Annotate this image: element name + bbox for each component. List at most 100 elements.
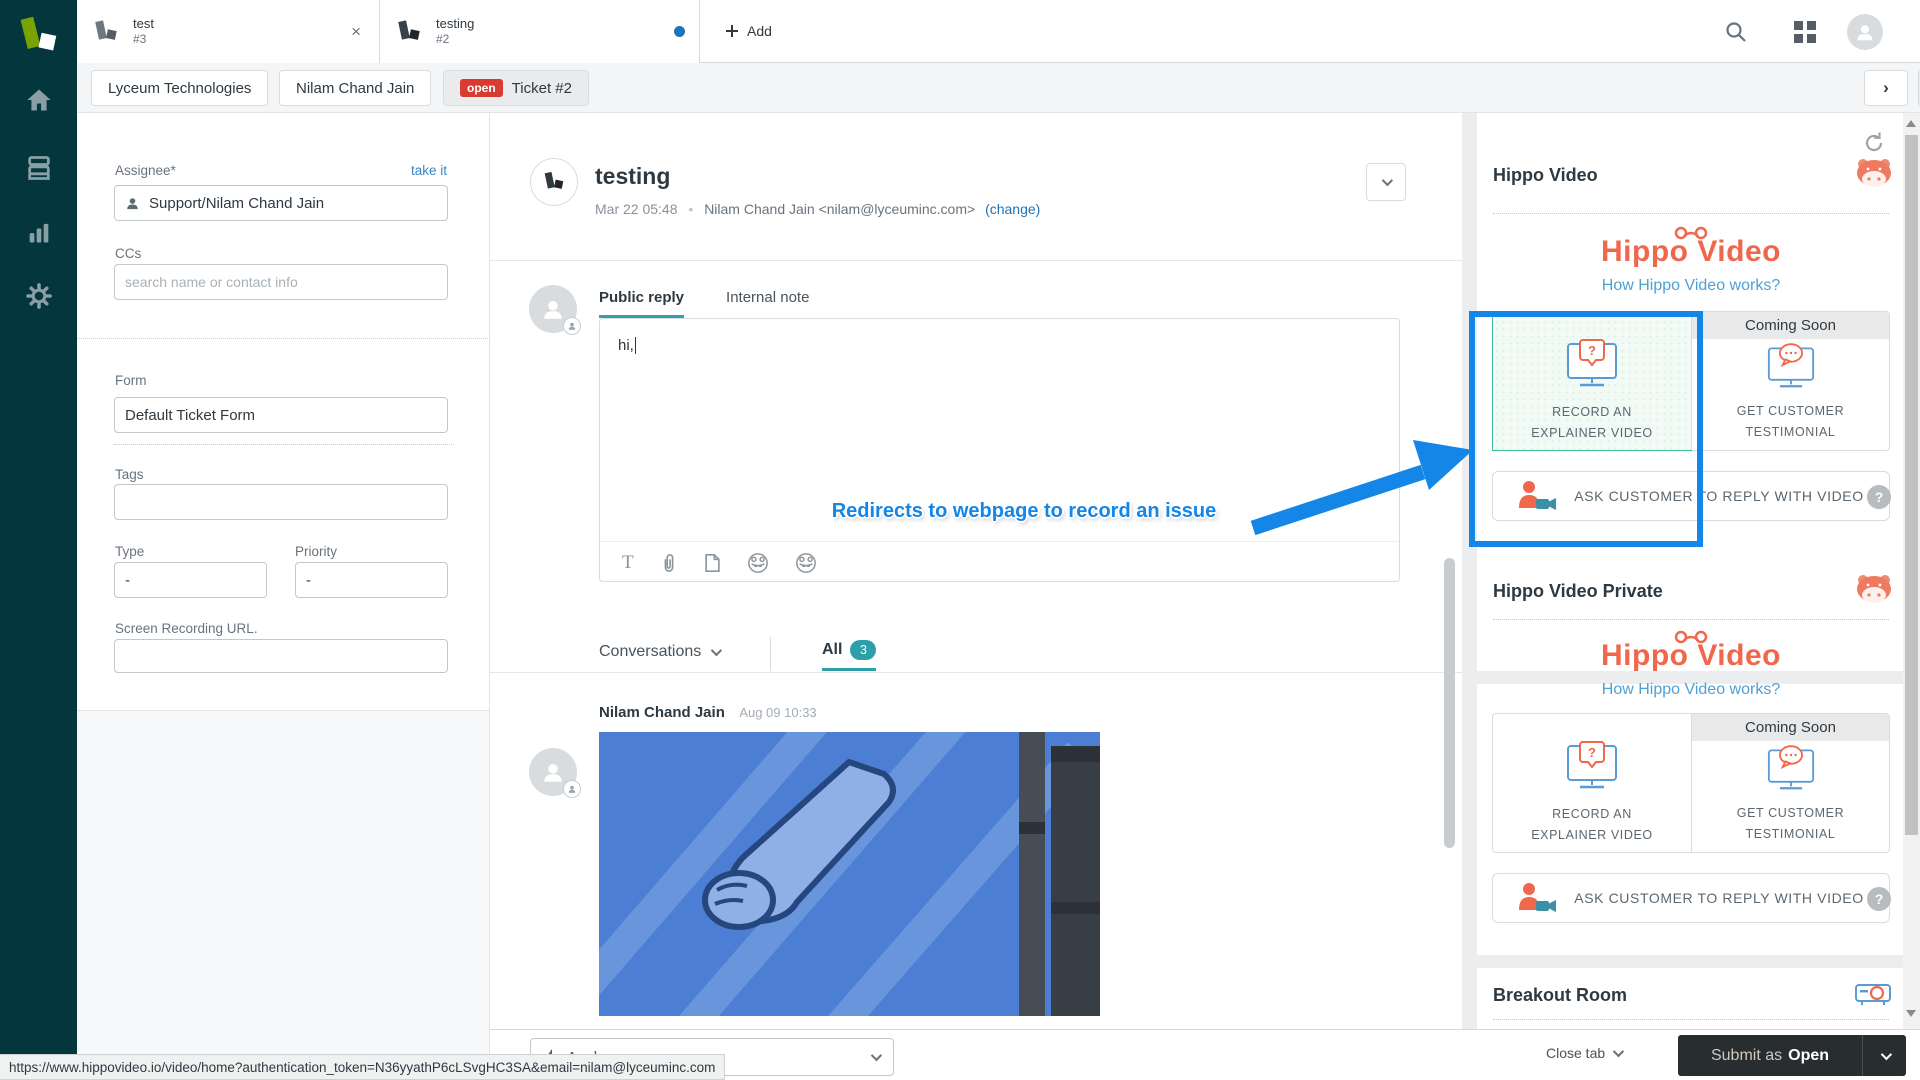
screen-recording-url-field[interactable] — [114, 639, 448, 673]
scroll-down-icon[interactable] — [1906, 1010, 1916, 1017]
ccs-label: CCs — [115, 246, 141, 261]
scroll-up-icon[interactable] — [1906, 120, 1916, 127]
zendesk-logo-icon[interactable] — [14, 12, 62, 60]
conversation-count-badge: 3 — [850, 640, 876, 660]
breadcrumb-person-chip[interactable]: Nilam Chand Jain — [279, 70, 431, 106]
text-format-icon[interactable]: T — [622, 552, 634, 574]
annotation-highlight-box — [1469, 311, 1703, 547]
scrollbar-thumb[interactable] — [1905, 135, 1918, 835]
user-avatar[interactable] — [1847, 14, 1883, 50]
home-icon[interactable] — [0, 80, 77, 120]
type-field[interactable]: - — [114, 562, 267, 598]
breadcrumb-org-chip[interactable]: Lyceum Technologies — [91, 70, 268, 106]
tab-public-reply[interactable]: Public reply — [599, 289, 684, 318]
apps-grid-icon[interactable] — [1789, 16, 1821, 48]
hippo-record-icon[interactable] — [747, 552, 769, 574]
change-requester-link[interactable]: (change) — [985, 201, 1040, 217]
filter-all-tab[interactable]: All 3 — [822, 640, 876, 671]
close-tab-button[interactable]: Close tab — [1546, 1045, 1621, 1061]
assignee-field[interactable]: Support/Nilam Chand Jain — [114, 185, 448, 221]
message-author: Nilam Chand Jain — [599, 704, 725, 721]
customer-testimonial-card[interactable]: Coming Soon GET CUSTOMERTESTIMONIAL — [1691, 312, 1889, 450]
settings-gear-icon[interactable] — [0, 276, 77, 316]
tab-internal-note[interactable]: Internal note — [726, 289, 809, 318]
breadcrumb: Lyceum Technologies Nilam Chand Jain ope… — [77, 63, 1920, 113]
help-icon[interactable]: ? — [1867, 887, 1891, 911]
ticket-favicon — [91, 17, 121, 47]
customer-testimonial-card[interactable]: Coming Soon GET CUSTOMERTESTIMONIAL — [1691, 714, 1889, 852]
tags-field[interactable] — [114, 484, 448, 520]
how-it-works-link[interactable]: How Hippo Video works? — [1602, 277, 1780, 294]
org-label: Lyceum Technologies — [108, 80, 251, 97]
refresh-icon[interactable] — [1862, 131, 1886, 155]
monitor-question-icon: ? — [1564, 738, 1620, 790]
tab-text: test #3 — [133, 16, 154, 47]
ticket-properties-panel: Assignee* take it Support/Nilam Chand Ja… — [77, 113, 490, 711]
svg-text:?: ? — [1588, 745, 1596, 760]
form-label: Form — [115, 373, 147, 388]
divider — [114, 444, 454, 445]
person-icon — [540, 759, 566, 785]
take-it-link[interactable]: take it — [411, 163, 447, 178]
ticket-tab-test[interactable]: test #3 × — [77, 0, 380, 63]
close-tab-icon[interactable]: × — [347, 19, 365, 44]
help-icon[interactable]: ? — [1867, 485, 1891, 509]
coming-soon-banner: Coming Soon — [1692, 312, 1889, 339]
hippo-logo: Hippo Video — [1477, 629, 1905, 673]
breadcrumb-ticket-chip[interactable]: open Ticket #2 — [443, 70, 589, 106]
hippo-library-icon[interactable] — [795, 552, 817, 574]
ccs-field[interactable]: search name or contact info — [114, 264, 448, 300]
message-mini-badge — [563, 780, 581, 798]
card-label: RECORD ANEXPLAINER VIDEO — [1531, 804, 1653, 846]
card-label: GET CUSTOMERTESTIMONIAL — [1737, 803, 1844, 845]
agent-avatar — [529, 285, 577, 333]
close-tab-label: Close tab — [1546, 1045, 1605, 1061]
composer-tabs: Public reply Internal note — [599, 289, 809, 318]
views-icon[interactable] — [0, 148, 77, 188]
submit-button-group: Submit as Open — [1678, 1035, 1906, 1076]
person-video-icon — [1518, 882, 1558, 914]
collapse-header-button[interactable] — [1366, 163, 1406, 201]
divider — [490, 672, 1462, 673]
priority-field[interactable]: - — [295, 562, 448, 598]
ticket-tab-testing[interactable]: testing #2 — [380, 0, 700, 63]
reports-icon[interactable] — [0, 212, 77, 252]
submit-prefix: Submit as — [1711, 1047, 1782, 1065]
how-it-works-link[interactable]: How Hippo Video works? — [1602, 681, 1780, 698]
monitor-chat-icon — [1763, 341, 1819, 389]
page-scrollbar[interactable] — [1903, 113, 1920, 1029]
conversations-label: Conversations — [599, 643, 701, 661]
priority-label: Priority — [295, 544, 337, 559]
ask-customer-reply-button[interactable]: ASK CUSTOMER TO REPLY WITH VIDEO — [1492, 873, 1890, 923]
ticket-favicon — [394, 17, 424, 47]
assignee-label: Assignee* — [115, 163, 176, 178]
tags-label: Tags — [115, 467, 144, 482]
ticket-date: Mar 22 05:48 — [595, 201, 678, 217]
submit-options-button[interactable] — [1862, 1035, 1906, 1076]
top-tab-bar: test #3 × testing #2 Add — [77, 0, 1920, 63]
message-image-attachment[interactable] — [599, 732, 1100, 1016]
tab-text: testing #2 — [436, 16, 474, 47]
coming-soon-banner: Coming Soon — [1692, 714, 1889, 741]
attachment-icon[interactable] — [660, 553, 678, 573]
apps-sidebar: Hippo Video Hippo Video How Hippo Video … — [1477, 113, 1905, 1029]
priority-value: - — [306, 572, 311, 589]
conversations-dropdown[interactable]: Conversations — [599, 643, 719, 661]
next-ticket-button[interactable]: › — [1864, 70, 1908, 106]
submit-as-open-button[interactable]: Submit as Open — [1678, 1035, 1862, 1076]
message-header: Nilam Chand Jain Aug 09 10:33 — [599, 704, 817, 722]
form-field[interactable]: Default Ticket Form — [114, 397, 448, 433]
hippo-app-icon — [1855, 573, 1893, 605]
form-value: Default Ticket Form — [125, 407, 255, 424]
chevron-down-icon — [871, 1050, 882, 1061]
ccs-placeholder: search name or contact info — [125, 274, 298, 290]
message-timestamp: Aug 09 10:33 — [739, 705, 816, 720]
add-tab-button[interactable]: Add — [725, 14, 772, 48]
record-explainer-card[interactable]: ? RECORD ANEXPLAINER VIDEO — [1493, 714, 1691, 852]
main-scrollbar[interactable] — [1444, 558, 1455, 848]
status-url: https://www.hippovideo.io/video/home?aut… — [9, 1060, 715, 1075]
hippo-video-section-title: Hippo Video — [1493, 165, 1598, 186]
attach-file-icon[interactable] — [704, 553, 721, 573]
search-icon[interactable] — [1720, 16, 1752, 48]
unread-dot-icon — [674, 26, 685, 37]
